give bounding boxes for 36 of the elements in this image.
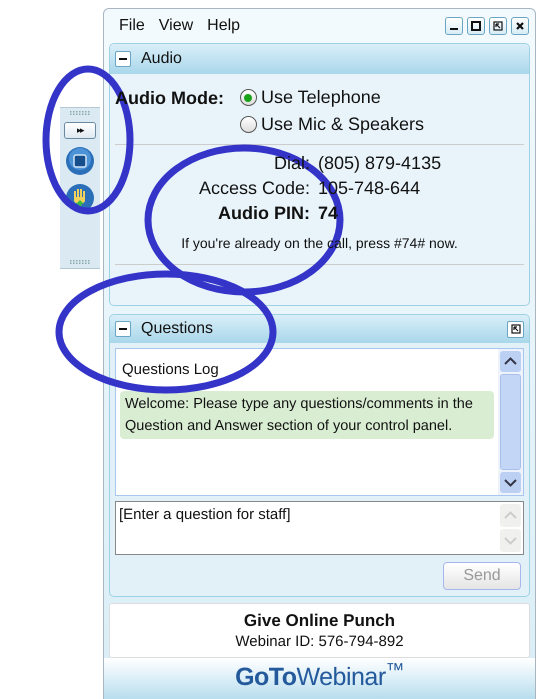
welcome-message: Welcome: Please type any questions/comments in the Question and Answer section of your control panel. xyxy=(120,390,494,438)
screen-share-icon[interactable] xyxy=(65,146,95,176)
minimize-icon xyxy=(450,28,458,30)
webinar-title: Give Online Punch xyxy=(244,610,396,632)
menu-item[interactable]: View xyxy=(158,14,194,38)
grip-icon xyxy=(70,260,90,264)
menu-item[interactable]: Help xyxy=(207,14,240,38)
close-button[interactable] xyxy=(511,17,529,35)
gotowebinar-logo: GoToWebinar$^{™}$ xyxy=(235,661,404,693)
restore-icon xyxy=(493,21,503,31)
detail-label: Audio PIN: xyxy=(218,202,310,225)
minimize-button[interactable] xyxy=(445,17,463,35)
webinar-id: Webinar ID: 576-794-892 xyxy=(235,632,404,652)
collapse-button[interactable] xyxy=(115,51,131,67)
restore-button[interactable] xyxy=(489,17,507,35)
radio-option[interactable]: Use Telephone xyxy=(240,84,424,111)
radio-button[interactable] xyxy=(240,89,257,106)
maximize-button[interactable] xyxy=(467,17,485,35)
maximize-icon xyxy=(471,21,481,31)
grip-icon xyxy=(70,111,90,115)
scrollbar[interactable] xyxy=(498,349,523,495)
close-icon xyxy=(515,21,525,31)
radio-option[interactable]: Use Mic & Speakers xyxy=(240,111,424,138)
forward-button[interactable]: ▸▸ xyxy=(64,122,96,139)
collapse-button[interactable] xyxy=(115,321,131,337)
radio-button[interactable] xyxy=(240,116,257,133)
scroll-up-icon[interactable] xyxy=(500,351,521,372)
scroll-down-icon[interactable] xyxy=(500,472,521,493)
menu-item[interactable]: File xyxy=(119,14,145,38)
pop-out-button[interactable] xyxy=(507,320,524,338)
panel-title: Audio xyxy=(141,49,182,69)
detail-value: (805) 879-4135 xyxy=(318,152,442,175)
panel-title: Questions xyxy=(141,319,214,339)
log-title: Questions Log xyxy=(121,360,220,380)
pop-out-icon xyxy=(510,324,520,334)
detail-label: Access Code: xyxy=(198,177,310,200)
